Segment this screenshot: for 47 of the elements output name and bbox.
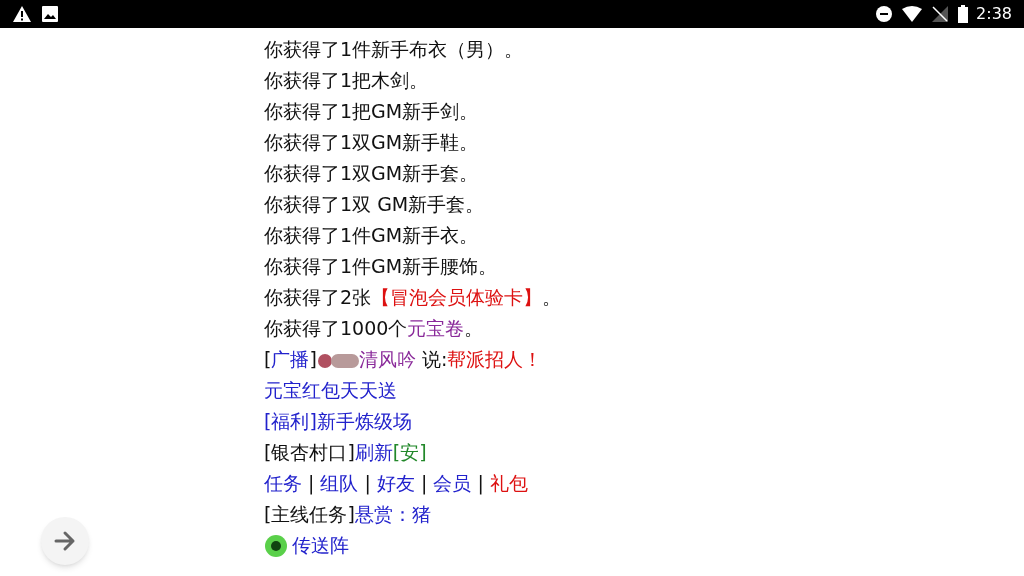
game-link[interactable]: 好友 (376, 468, 415, 499)
portal-icon (264, 533, 288, 558)
image-icon (42, 6, 58, 22)
game-link[interactable]: 刷新 (354, 437, 393, 468)
message-text: [主线任务] (264, 502, 355, 527)
game-link[interactable]: 悬赏：猪 (354, 499, 431, 530)
clock-time: 2:38 (976, 3, 1012, 25)
gift-link[interactable]: 礼包 (489, 468, 528, 499)
message-text: 你获得了1双GM新手鞋。 (264, 130, 479, 155)
message-text: 你获得了1件新手布衣（男）。 (264, 37, 524, 62)
wifi-icon (902, 6, 923, 22)
message-text: 你获得了1双 GM新手套。 (264, 192, 485, 217)
message-text: 。 (542, 285, 562, 310)
game-link[interactable]: 任务 (264, 468, 302, 499)
arrow-right-icon (54, 530, 76, 552)
message-text: [银杏村口] (264, 440, 355, 465)
message-text: 你获得了1件GM新手衣。 (264, 223, 479, 248)
message-text: 你获得了1把木剑。 (264, 68, 429, 93)
message-text: | (307, 471, 316, 497)
message-text: [ (264, 347, 272, 372)
message-text: 你获得了2张 (264, 285, 372, 310)
highlight-text: 【冒泡会员体验卡】 (371, 285, 543, 310)
message-text: ] (309, 347, 317, 372)
player-name: 元宝卷 (407, 316, 465, 341)
message-text: 你获得了1双GM新手套。 (264, 161, 479, 186)
message-text: 你获得了1000个 (264, 316, 408, 341)
game-link[interactable]: [福利]新手炼级场 (264, 406, 412, 437)
forward-button[interactable] (41, 517, 89, 565)
message-text: | (420, 471, 429, 497)
warning-icon (12, 5, 32, 23)
game-link[interactable]: 组队 (320, 468, 359, 499)
no-signal-icon (932, 6, 949, 22)
battery-icon (958, 5, 969, 23)
game-link[interactable]: 元宝红包天天送 (264, 375, 397, 406)
message-text: 你获得了1把GM新手剑。 (264, 99, 479, 124)
game-link[interactable]: 广播 (271, 344, 310, 375)
game-link[interactable]: 会员 (433, 468, 472, 499)
message-text: | (363, 471, 372, 497)
message-text: | (476, 471, 485, 497)
game-link[interactable]: 传送阵 (292, 530, 349, 561)
message-text: 。 (464, 316, 484, 341)
highlight-text: 帮派招人！ (447, 347, 543, 372)
player-name: 清风吟 (358, 347, 416, 372)
message-text: 你获得了1件GM新手腰饰。 (264, 254, 498, 279)
do-not-disturb-icon (876, 6, 893, 22)
safe-zone-tag: [安] (392, 437, 427, 468)
message-text: 说: (420, 347, 448, 372)
